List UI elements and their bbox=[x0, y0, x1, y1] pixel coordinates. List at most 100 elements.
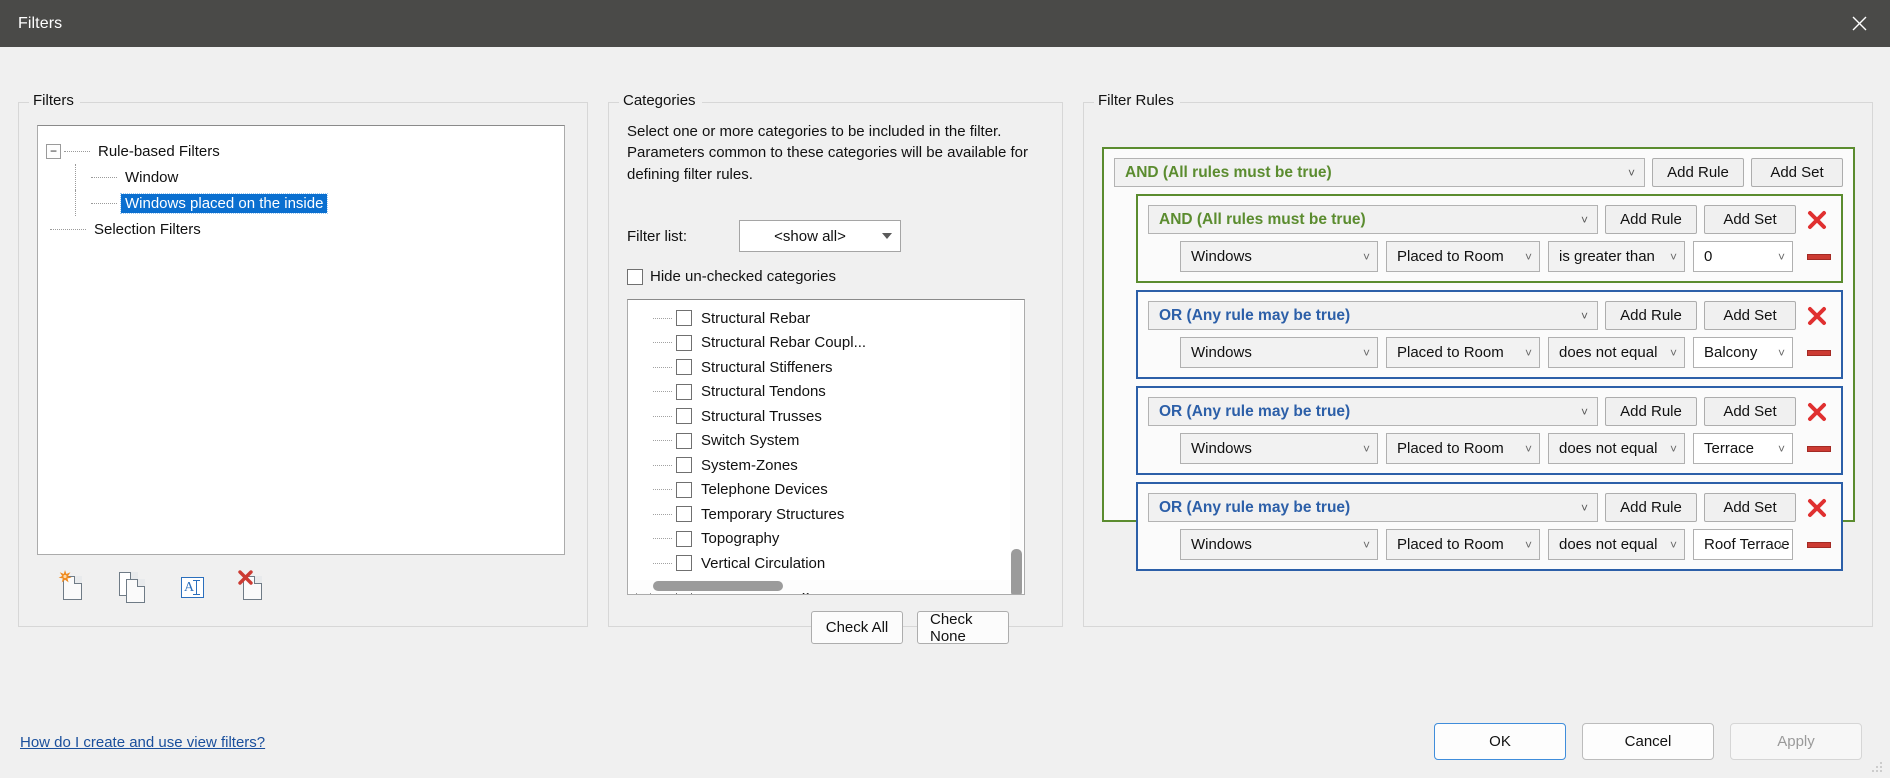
rule-4-value: Roof Terrace bbox=[1704, 536, 1790, 553]
category-checkbox[interactable] bbox=[676, 433, 692, 449]
category-item[interactable]: Structural Tendons bbox=[628, 380, 1024, 405]
root-operator-select[interactable]: AND (All rules must be true) ˅ bbox=[1114, 158, 1645, 187]
set-2-delete-icon[interactable] bbox=[1803, 302, 1831, 330]
category-checkbox[interactable] bbox=[676, 359, 692, 375]
scrollbar-thumb[interactable] bbox=[653, 581, 783, 591]
category-item[interactable]: Telephone Devices bbox=[628, 478, 1024, 503]
category-item[interactable]: Structural Rebar Coupl... bbox=[628, 331, 1024, 356]
help-link[interactable]: How do I create and use view filters? bbox=[20, 734, 265, 751]
set-2-add-set-button[interactable]: Add Set bbox=[1704, 301, 1796, 330]
set-4-add-rule-button[interactable]: Add Rule bbox=[1605, 493, 1697, 522]
rule-3-category-select[interactable]: Windows˅ bbox=[1180, 433, 1378, 464]
category-item[interactable]: Temporary Structures bbox=[628, 502, 1024, 527]
category-checkbox[interactable] bbox=[676, 506, 692, 522]
collapse-icon[interactable]: − bbox=[46, 144, 61, 159]
filters-group-legend: Filters bbox=[29, 92, 80, 109]
filter-list-select[interactable]: <show all> bbox=[739, 220, 901, 252]
set-4-add-set-button[interactable]: Add Set bbox=[1704, 493, 1796, 522]
set-3-add-set-button[interactable]: Add Set bbox=[1704, 397, 1796, 426]
rule-4-remove-icon[interactable] bbox=[1807, 542, 1831, 548]
set-3-operator-select[interactable]: OR (Any rule may be true) ˅ bbox=[1148, 397, 1598, 426]
rule-1-value-input[interactable]: 0˅ bbox=[1693, 241, 1793, 272]
category-item[interactable]: Structural Rebar bbox=[628, 306, 1024, 331]
categories-buttons: Check All Check None bbox=[811, 611, 1009, 644]
tree-item-selection-filters[interactable]: Selection Filters bbox=[38, 216, 564, 242]
set-1-add-rule-button[interactable]: Add Rule bbox=[1605, 205, 1697, 234]
rule-row-4: Windows˅ Placed to Room˅ does not equal˅… bbox=[1138, 522, 1841, 569]
rule-3-parameter-value: Placed to Room bbox=[1397, 440, 1504, 457]
tree-item-window[interactable]: Window bbox=[38, 164, 564, 190]
filters-tree[interactable]: − Rule-based Filters Window Windows pla bbox=[37, 125, 565, 555]
rule-1-operator-select[interactable]: is greater than˅ bbox=[1548, 241, 1685, 272]
rule-2-category-select[interactable]: Windows˅ bbox=[1180, 337, 1378, 368]
rule-3-remove-icon[interactable] bbox=[1807, 446, 1831, 452]
filters-dialog: Filters Filters − Rule-based Filters bbox=[0, 0, 1890, 778]
category-checkbox[interactable] bbox=[676, 408, 692, 424]
tree-expander-placeholder bbox=[636, 507, 651, 522]
category-item[interactable]: System-Zones bbox=[628, 453, 1024, 478]
category-checkbox[interactable] bbox=[676, 457, 692, 473]
set-4-operator-select[interactable]: OR (Any rule may be true) ˅ bbox=[1148, 493, 1598, 522]
add-rule-button[interactable]: Add Rule bbox=[1652, 158, 1744, 187]
categories-horizontal-scrollbar[interactable] bbox=[629, 580, 1010, 593]
chevron-down-icon: ˅ bbox=[1581, 502, 1588, 514]
close-icon[interactable] bbox=[1828, 0, 1890, 47]
rule-4-value-input[interactable]: Roof Terrace˅ bbox=[1693, 529, 1793, 560]
rule-4-parameter-select[interactable]: Placed to Room˅ bbox=[1386, 529, 1540, 560]
rule-set-4-header: OR (Any rule may be true) ˅ Add Rule Add… bbox=[1138, 484, 1841, 522]
category-item[interactable]: Topography bbox=[628, 527, 1024, 552]
rule-2-remove-icon[interactable] bbox=[1807, 350, 1831, 356]
tree-item-windows-placed-on-the-inside[interactable]: Windows placed on the inside bbox=[38, 190, 564, 216]
set-1-delete-icon[interactable] bbox=[1803, 206, 1831, 234]
rule-2-value-input[interactable]: Balcony˅ bbox=[1693, 337, 1793, 368]
set-2-add-rule-button[interactable]: Add Rule bbox=[1605, 301, 1697, 330]
tree-item-rule-based-filters[interactable]: − Rule-based Filters bbox=[38, 138, 564, 164]
category-checkbox[interactable] bbox=[676, 531, 692, 547]
rule-1-category-select[interactable]: Windows˅ bbox=[1180, 241, 1378, 272]
check-none-button[interactable]: Check None bbox=[917, 611, 1009, 644]
set-3-add-rule-button[interactable]: Add Rule bbox=[1605, 397, 1697, 426]
categories-list[interactable]: Structural Rebar Structural Rebar Coupl.… bbox=[627, 299, 1025, 595]
rule-4-category-select[interactable]: Windows˅ bbox=[1180, 529, 1378, 560]
rule-2-parameter-select[interactable]: Placed to Room˅ bbox=[1386, 337, 1540, 368]
scrollbar-thumb[interactable] bbox=[1011, 549, 1022, 595]
rule-3-operator-select[interactable]: does not equal˅ bbox=[1548, 433, 1685, 464]
tree-expander-placeholder bbox=[636, 384, 651, 399]
category-checkbox[interactable] bbox=[676, 335, 692, 351]
rule-1-parameter-select[interactable]: Placed to Room˅ bbox=[1386, 241, 1540, 272]
rule-2-operator-select[interactable]: does not equal˅ bbox=[1548, 337, 1685, 368]
categories-group-legend: Categories bbox=[619, 92, 702, 109]
set-4-delete-icon[interactable] bbox=[1803, 494, 1831, 522]
rule-4-operator-select[interactable]: does not equal˅ bbox=[1548, 529, 1685, 560]
category-checkbox[interactable] bbox=[676, 482, 692, 498]
category-checkbox[interactable] bbox=[676, 384, 692, 400]
rule-1-remove-icon[interactable] bbox=[1807, 254, 1831, 260]
chevron-down-icon: ˅ bbox=[1670, 347, 1677, 359]
category-item[interactable]: Switch System bbox=[628, 429, 1024, 454]
category-item[interactable]: Vertical Circulation bbox=[628, 551, 1024, 576]
rule-3-value-input[interactable]: Terrace˅ bbox=[1693, 433, 1793, 464]
hide-unchecked-checkbox[interactable]: Hide un-checked categories bbox=[627, 268, 836, 285]
delete-filter-icon[interactable] bbox=[239, 571, 265, 601]
categories-vertical-scrollbar[interactable] bbox=[1010, 301, 1023, 580]
set-2-operator-select[interactable]: OR (Any rule may be true) ˅ bbox=[1148, 301, 1598, 330]
set-1-operator-select[interactable]: AND (All rules must be true) ˅ bbox=[1148, 205, 1598, 234]
set-1-add-set-button[interactable]: Add Set bbox=[1704, 205, 1796, 234]
duplicate-filter-icon[interactable] bbox=[119, 571, 145, 601]
check-all-button[interactable]: Check All bbox=[811, 611, 903, 644]
rule-2-category-value: Windows bbox=[1191, 344, 1252, 361]
category-checkbox[interactable] bbox=[676, 555, 692, 571]
resize-grip-icon[interactable] bbox=[1870, 760, 1884, 774]
category-label: Structural Trusses bbox=[701, 408, 822, 425]
rule-set-root: AND (All rules must be true) ˅ Add Rule … bbox=[1102, 147, 1855, 522]
category-item[interactable]: Structural Stiffeners bbox=[628, 355, 1024, 380]
rename-filter-icon[interactable]: A bbox=[179, 571, 205, 601]
set-3-delete-icon[interactable] bbox=[1803, 398, 1831, 426]
new-filter-icon[interactable] bbox=[59, 571, 85, 601]
ok-button[interactable]: OK bbox=[1434, 723, 1566, 760]
category-item[interactable]: Structural Trusses bbox=[628, 404, 1024, 429]
rule-3-parameter-select[interactable]: Placed to Room˅ bbox=[1386, 433, 1540, 464]
cancel-button[interactable]: Cancel bbox=[1582, 723, 1714, 760]
category-checkbox[interactable] bbox=[676, 310, 692, 326]
add-set-button[interactable]: Add Set bbox=[1751, 158, 1843, 187]
